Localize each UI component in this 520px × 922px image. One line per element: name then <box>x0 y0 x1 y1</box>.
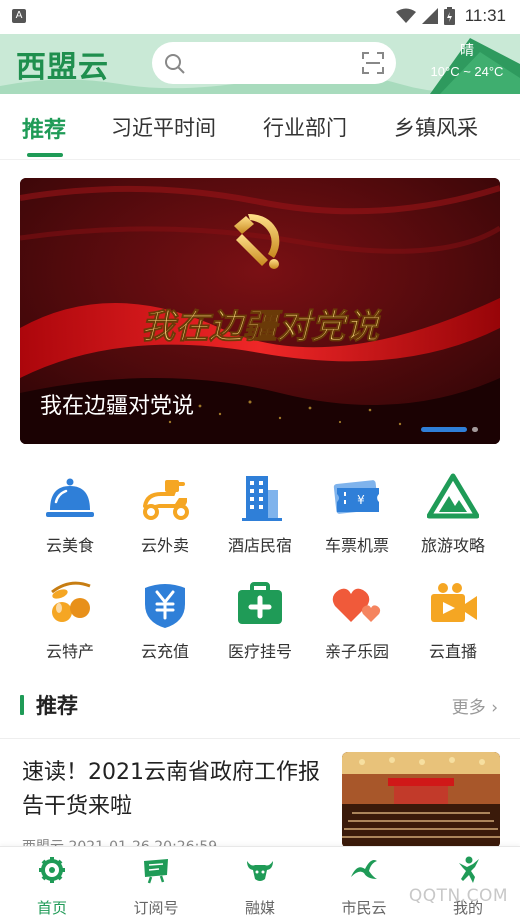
carousel-indicator <box>421 427 478 432</box>
service-label: 云外卖 <box>140 536 189 555</box>
yuan-shield-icon <box>145 584 185 628</box>
tab-xi-time[interactable]: 习近平时间 <box>111 112 216 142</box>
svg-text:我在边疆对党说: 我在边疆对党说 <box>141 307 382 347</box>
banner-carousel[interactable]: 我在边疆对党说 我在边疆对党说 <box>20 178 500 444</box>
category-tabs: 推荐 习近平时间 行业部门 乡镇风采 <box>0 94 520 160</box>
nav-label: 订阅号 <box>133 899 179 917</box>
service-travel[interactable]: 旅游攻略 <box>405 472 501 556</box>
more-label: 更多 <box>451 698 486 718</box>
service-tickets[interactable]: ¥ 车票机票 <box>309 472 405 556</box>
service-takeout[interactable]: 云外卖 <box>117 472 213 556</box>
service-label: 亲子乐园 <box>324 642 389 661</box>
more-link[interactable]: 更多 › <box>452 693 498 718</box>
service-label: 酒店民宿 <box>227 536 292 555</box>
scooter-icon <box>143 480 189 520</box>
search-icon <box>165 54 185 74</box>
nav-subscriptions[interactable]: 订阅号 <box>104 855 208 918</box>
bird-icon <box>351 860 377 879</box>
status-icons: 11:31 <box>395 4 506 28</box>
service-label: 云充值 <box>140 642 189 661</box>
weather-widget[interactable]: 晴 10°C ~ 24°C <box>422 38 512 90</box>
service-hotel[interactable]: 酒店民宿 <box>212 472 308 556</box>
service-food[interactable]: 云美食 <box>22 472 118 556</box>
service-topup[interactable]: 云充值 <box>117 578 213 662</box>
nav-home[interactable]: 首页 <box>0 855 104 918</box>
service-medical[interactable]: 医疗挂号 <box>212 578 308 662</box>
status-bar: A 11:31 <box>0 0 520 34</box>
cloche-icon <box>46 478 94 517</box>
tab-townships[interactable]: 乡镇风采 <box>394 112 478 142</box>
active-tab-indicator <box>27 153 63 157</box>
weather-condition: 晴 <box>460 43 474 59</box>
search-input[interactable] <box>152 42 396 84</box>
weather-temperature: 10°C ~ 24°C <box>430 64 504 79</box>
scan-icon[interactable] <box>362 52 384 74</box>
service-live[interactable]: 云直播 <box>405 578 501 662</box>
ticket-icon: ¥ <box>333 480 379 514</box>
service-label: 云美食 <box>45 536 94 555</box>
notification-icon: A <box>12 9 26 23</box>
watermark: QQTN.COM <box>408 886 508 906</box>
wifi-icon <box>395 8 416 23</box>
medical-kit-icon <box>238 582 282 624</box>
olive-icon <box>51 581 91 622</box>
subscription-icon <box>144 859 168 884</box>
hearts-icon <box>332 588 381 622</box>
service-label: 旅游攻略 <box>420 536 485 555</box>
service-specialty[interactable]: 云特产 <box>22 578 118 662</box>
nav-media[interactable]: 融媒 <box>208 855 312 918</box>
carousel-dot <box>472 427 478 432</box>
nav-label: 融媒 <box>244 899 275 917</box>
section-accent-bar <box>20 695 24 715</box>
app-header: 西盟云 晴 10°C ~ 24°C <box>0 34 520 94</box>
nav-label: 市民云 <box>341 899 387 917</box>
section-divider <box>0 738 520 739</box>
section-title: 推荐 <box>36 694 78 718</box>
banner-caption: 我在边疆对党说 <box>40 394 195 419</box>
bottom-navigation: 首页 订阅号 融媒 市民云 我的 <box>0 846 520 922</box>
service-label: 云特产 <box>45 642 94 661</box>
service-label: 云直播 <box>428 642 477 661</box>
home-gear-icon <box>39 857 65 883</box>
battery-icon <box>443 7 455 25</box>
buffalo-icon <box>247 861 273 881</box>
app-logo: 西盟云 <box>16 50 109 85</box>
news-thumbnail <box>342 752 500 848</box>
nav-label: 首页 <box>36 899 67 917</box>
svg-text:¥: ¥ <box>357 493 365 507</box>
dancer-icon <box>459 856 479 883</box>
service-family-park[interactable]: 亲子乐园 <box>309 578 405 662</box>
carousel-dot-active <box>421 427 467 432</box>
mountain-icon <box>427 473 479 519</box>
service-label: 医疗挂号 <box>227 642 292 661</box>
service-label: 车票机票 <box>324 536 389 555</box>
tab-recommend[interactable]: 推荐 <box>22 112 66 144</box>
video-camera-icon <box>431 583 477 622</box>
tab-industry[interactable]: 行业部门 <box>263 112 347 142</box>
chevron-right-icon: › <box>485 698 498 718</box>
clock: 11:31 <box>464 6 506 25</box>
signal-icon <box>421 8 438 24</box>
auditorium-image <box>342 752 500 848</box>
news-title: 速读！2021云南省政府工作报告干货来啦 <box>22 760 320 819</box>
nav-citizen-cloud[interactable]: 市民云 <box>312 855 416 918</box>
building-icon <box>242 476 282 521</box>
